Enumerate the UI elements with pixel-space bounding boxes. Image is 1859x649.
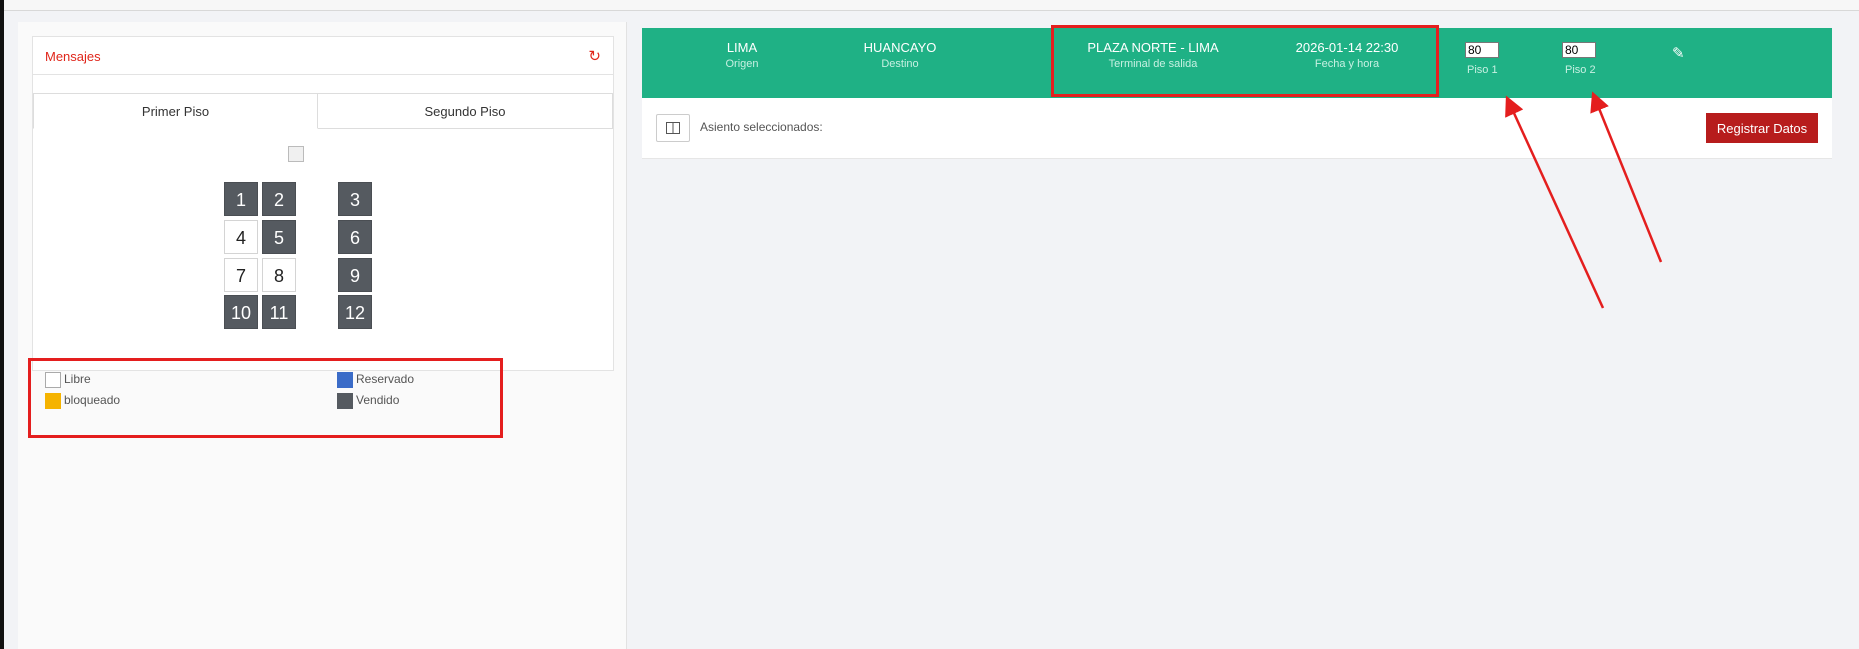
seat-9[interactable]: 9 [338, 258, 372, 292]
messages-title: Mensajes [45, 49, 101, 64]
bloqueado-swatch [45, 392, 61, 409]
destination-block: HUANCAYO Destino [830, 40, 970, 70]
vendido-swatch [337, 392, 353, 409]
seat-11[interactable]: 11 [262, 295, 296, 329]
destination-label: Destino [881, 58, 919, 70]
seat-6[interactable]: 6 [338, 220, 372, 254]
seat-4[interactable]: 4 [224, 220, 258, 254]
legend-libre-label: Libre [64, 372, 91, 386]
reservado-swatch [337, 371, 353, 388]
seat-12[interactable]: 12 [338, 295, 372, 329]
selected-seats-text: Asiento seleccionados: [700, 120, 823, 134]
window-left-edge [0, 0, 4, 649]
piso1-input[interactable] [1465, 42, 1499, 58]
floor-tabs: Primer Piso Segundo Piso [33, 93, 613, 130]
left-panel: Mensajes ↻ Primer Piso Segundo Piso 1 2 … [18, 22, 627, 649]
selection-bar: Asiento seleccionados: Registrar Datos [642, 98, 1832, 159]
top-bar [4, 0, 1859, 11]
piso1-label: Piso 1 [1467, 64, 1498, 76]
columns-toggle-button[interactable] [656, 114, 690, 142]
legend-vendido-label: Vendido [356, 393, 400, 407]
origin-label: Origen [725, 58, 759, 70]
highlight-box [1051, 25, 1439, 97]
legend-bloqueado-label: bloqueado [64, 393, 121, 407]
columns-icon [666, 122, 680, 134]
messages-panel: Mensajes ↻ Primer Piso Segundo Piso [32, 36, 614, 371]
origin-block: LIMA Origen [682, 40, 802, 70]
destination-value: HUANCAYO [863, 40, 937, 55]
register-button[interactable]: Registrar Datos [1706, 113, 1818, 143]
seat-3[interactable]: 3 [338, 182, 372, 216]
piso2-label: Piso 2 [1565, 64, 1596, 76]
legend-vendido: Vendido [337, 391, 399, 409]
libre-swatch [45, 371, 61, 388]
tab-primer-piso[interactable]: Primer Piso [33, 93, 318, 129]
legend-bloqueado: bloqueado [45, 391, 120, 409]
legend-reservado-label: Reservado [356, 372, 415, 386]
legend-libre: Libre [45, 370, 91, 388]
origin-value: LIMA [726, 40, 758, 55]
tab-segundo-piso[interactable]: Segundo Piso [318, 93, 613, 129]
seat-5[interactable]: 5 [262, 220, 296, 254]
seat-1[interactable]: 1 [224, 182, 258, 216]
refresh-icon[interactable]: ↻ [588, 47, 601, 65]
pencil-icon[interactable]: ✎ [1672, 44, 1685, 62]
legend-reservado: Reservado [337, 370, 414, 388]
seat-legend: Libre bloqueado Reservado Vendido [28, 358, 503, 438]
messages-header: Mensajes ↻ [33, 37, 613, 75]
broken-image-icon [288, 146, 304, 162]
piso2-input[interactable] [1562, 42, 1596, 58]
seat-7[interactable]: 7 [224, 258, 258, 292]
seat-2[interactable]: 2 [262, 182, 296, 216]
seat-8[interactable]: 8 [262, 258, 296, 292]
seat-10[interactable]: 10 [224, 295, 258, 329]
